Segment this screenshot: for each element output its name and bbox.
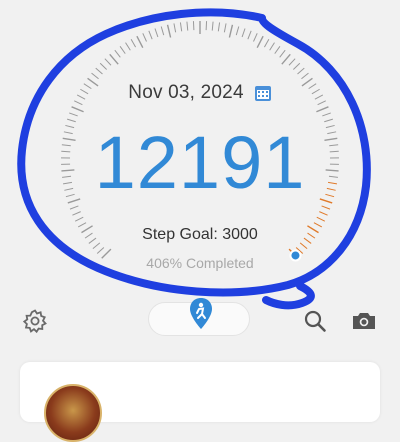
dial-tick bbox=[143, 33, 147, 41]
camera-icon[interactable] bbox=[351, 308, 377, 334]
dial-tick bbox=[100, 63, 106, 69]
dial-tick bbox=[120, 46, 125, 53]
dial-tick bbox=[248, 31, 251, 39]
dial-tick bbox=[72, 107, 84, 112]
dial-tick bbox=[212, 22, 213, 31]
dial-tick bbox=[115, 50, 121, 57]
dial-tick bbox=[316, 107, 328, 112]
dial-tick bbox=[155, 28, 158, 37]
search-icon[interactable] bbox=[302, 308, 328, 334]
avatar[interactable] bbox=[44, 384, 102, 442]
dial-tick bbox=[75, 217, 83, 221]
dial-tick bbox=[168, 25, 171, 38]
date-label: Nov 03, 2024 bbox=[128, 82, 243, 104]
dial-tick bbox=[180, 22, 181, 31]
walk-mode-icon[interactable] bbox=[188, 296, 214, 332]
dial-tick bbox=[187, 22, 188, 31]
dial-tick bbox=[92, 73, 99, 79]
dial-tick bbox=[322, 113, 330, 116]
dial-tick bbox=[224, 23, 226, 32]
completion-percent: 406% Completed bbox=[0, 255, 400, 271]
dial-tick bbox=[96, 68, 103, 74]
dial-tick bbox=[242, 28, 245, 37]
dial-tick bbox=[317, 217, 325, 221]
dial-tick bbox=[72, 212, 80, 216]
dial-tick bbox=[319, 212, 327, 216]
dial-tick bbox=[236, 27, 239, 36]
gear-icon[interactable] bbox=[22, 308, 48, 334]
dial-tick bbox=[322, 206, 330, 209]
dial-tick bbox=[174, 23, 176, 32]
dial-tick bbox=[257, 36, 263, 48]
step-goal[interactable]: Step Goal: 3000 bbox=[0, 226, 400, 244]
dial-tick bbox=[137, 36, 143, 48]
dial-tick bbox=[126, 43, 131, 51]
dial-tick bbox=[70, 206, 78, 209]
dial-tick bbox=[275, 46, 280, 53]
dial-tick bbox=[293, 63, 299, 69]
dial-tick bbox=[69, 113, 77, 116]
dial-tick bbox=[97, 247, 104, 253]
dial-tick bbox=[280, 50, 286, 57]
dial-tick bbox=[298, 68, 305, 74]
dial-tick bbox=[110, 54, 118, 64]
dial-tick bbox=[105, 59, 111, 66]
dial-tick bbox=[282, 54, 290, 64]
calendar-icon[interactable] bbox=[254, 84, 272, 102]
dial-tick bbox=[270, 43, 275, 51]
date-row[interactable]: Nov 03, 2024 bbox=[0, 81, 400, 105]
dial-tick bbox=[131, 39, 135, 47]
dial-tick bbox=[149, 31, 152, 39]
dial-tick bbox=[289, 59, 295, 66]
dial-tick bbox=[264, 39, 268, 47]
dial-tick bbox=[229, 25, 232, 38]
dial-tick bbox=[218, 22, 219, 31]
dial-tick bbox=[253, 33, 257, 41]
dial-tick bbox=[161, 27, 164, 36]
dial-tick bbox=[301, 73, 308, 79]
app-screen: Nov 03, 2024 12191 Step Goal: 3000 406% … bbox=[0, 0, 400, 400]
step-count: 12191 bbox=[0, 122, 400, 204]
